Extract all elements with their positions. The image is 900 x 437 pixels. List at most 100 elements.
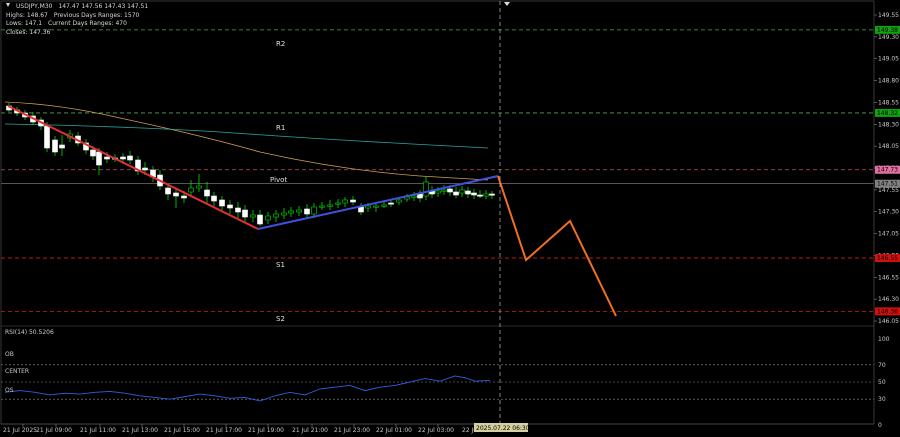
candle-body: [90, 149, 96, 157]
trading-chart[interactable]: 149.55 149.30 149.05 148.80 148.55 148.30 148.…: [0, 0, 900, 437]
price-tag-s1: 146.55: [877, 255, 898, 262]
candle-body: [319, 205, 325, 208]
candle-body: [59, 144, 65, 149]
price-tag-current: 147.51: [877, 181, 898, 188]
candle-body: [365, 205, 371, 209]
price-tick-label: 148.80: [878, 78, 899, 85]
candle-body: [235, 207, 241, 213]
price-tick-label: 148.30: [878, 121, 899, 128]
candle-body: [52, 139, 58, 153]
level-label-s2: S2: [276, 315, 285, 323]
candle-body: [447, 188, 453, 193]
candle-body: [288, 210, 294, 214]
axes: 149.55 149.30 149.05 148.80 148.55 148.30 148.…: [0, 0, 900, 434]
candle-body: [311, 206, 317, 215]
lows-label: Lows: 147.1: [6, 20, 43, 28]
candle-body: [173, 192, 179, 197]
candle-body: [120, 156, 126, 160]
candle-body: [435, 190, 441, 194]
time-tick-label: 22 Jul 03:00: [418, 427, 454, 434]
time-tick-label: 21 Jul 21:00: [292, 427, 328, 434]
time-tick-label: 21 Jul 23:00: [334, 427, 370, 434]
price-tick-label: 149.30: [878, 34, 899, 41]
candle-body: [335, 202, 341, 205]
price-tag-s2: 146.36: [877, 308, 898, 315]
highs-label: Highs: 148.67: [6, 11, 48, 19]
price-tick-label: 147.30: [878, 209, 899, 216]
candle-body: [388, 202, 394, 205]
ohlc-values: 147.47 147.56 147.43 147.51: [58, 3, 149, 10]
candle-body: [358, 206, 364, 213]
lows-row: Lows: 147.1 Current Days Ranges: 470: [6, 20, 154, 29]
symbol-row: USDJPY,M30 147.47 147.56 147.43 147.51: [6, 3, 154, 12]
candle-body: [273, 213, 279, 218]
candle-body: [489, 193, 495, 196]
curr-range-label: Current Days Ranges: 470: [48, 20, 127, 28]
price-tick-label: 146.30: [878, 296, 899, 303]
candle-body: [127, 155, 133, 161]
candle-body: [242, 209, 248, 218]
candle-body: [304, 208, 310, 215]
candle-body: [396, 199, 402, 203]
time-tick-label: 21 Jul 09:00: [36, 427, 72, 434]
level-label-s1: S1: [276, 261, 285, 269]
symbol-name: USDJPY,M30: [16, 3, 53, 10]
price-tag-r2: 149.38: [877, 27, 898, 34]
highs-row: Highs: 148.67 Previous Days Ranges: 1570: [6, 12, 154, 21]
downtrend-line: [7, 105, 259, 230]
candle-body: [423, 181, 429, 197]
time-tick-label: 21 Jul 11:00: [80, 427, 116, 434]
candle-body: [142, 167, 148, 171]
candle-body: [483, 193, 489, 197]
collapse-arrow-icon[interactable]: [6, 3, 10, 7]
candle-body: [181, 195, 187, 199]
closes-label: Closes: 147.36: [6, 28, 51, 36]
price-tick-label: 146.55: [878, 274, 899, 281]
candle-body: [281, 212, 287, 216]
rsi-tick-label: 50: [878, 379, 886, 386]
rsi-tick-label: 100: [878, 336, 890, 343]
candle-body: [219, 199, 225, 207]
prev-range-label: Previous Days Ranges: 1570: [53, 11, 140, 19]
candle-body: [477, 194, 483, 197]
level-label-pivot: Pivot: [270, 176, 287, 184]
price-tag-r1: 148.32: [877, 110, 898, 117]
candle-body: [296, 209, 302, 213]
candle-body: [104, 156, 110, 160]
rsi-line: [4, 375, 491, 402]
price-tick-label: 147.05: [878, 231, 899, 238]
candle-body: [265, 215, 271, 221]
level-label-r1: R1: [276, 124, 285, 132]
candle-body: [188, 187, 194, 193]
time-tick-label: 21 Jul 15:00: [164, 427, 200, 434]
candle-body: [211, 195, 217, 202]
pivot-levels: [1, 29, 874, 312]
candle-body: [227, 204, 233, 209]
candle-body: [204, 189, 210, 197]
time-tick-label: 21 Jul 17:00: [206, 427, 242, 434]
time-tick-label: 21 Jul 19:00: [248, 427, 284, 434]
candlesticks: [6, 103, 495, 226]
candle-body: [250, 214, 256, 218]
candle-body: [459, 189, 465, 194]
price-tick-label: 147.55: [878, 187, 899, 194]
cursor-time-tag: 2025.07.22 06:30: [476, 425, 530, 432]
price-tick-label: 146.05: [878, 318, 899, 325]
candle-body: [196, 185, 202, 189]
chart-frame: [0, 0, 875, 425]
candle-body: [342, 199, 348, 204]
candle-body: [373, 205, 379, 208]
level-label-r2: R2: [276, 40, 285, 48]
closes-row: Closes: 147.36: [6, 29, 154, 38]
candle-body: [327, 204, 333, 207]
rsi-panel: [1, 364, 874, 402]
time-tick-label: 22 Jul 01:00: [376, 427, 412, 434]
price-tick-label: 149.55: [878, 12, 899, 19]
price-tag-pivot: 147.73: [877, 167, 898, 174]
candle-body: [411, 195, 417, 198]
candle-body: [44, 125, 50, 149]
rsi-os-label: OS: [5, 387, 14, 394]
symbol-info-panel: USDJPY,M30 147.47 147.56 147.43 147.51 Hi…: [6, 3, 154, 37]
rsi-tick-label: 30: [878, 396, 886, 403]
candle-body: [453, 191, 459, 196]
